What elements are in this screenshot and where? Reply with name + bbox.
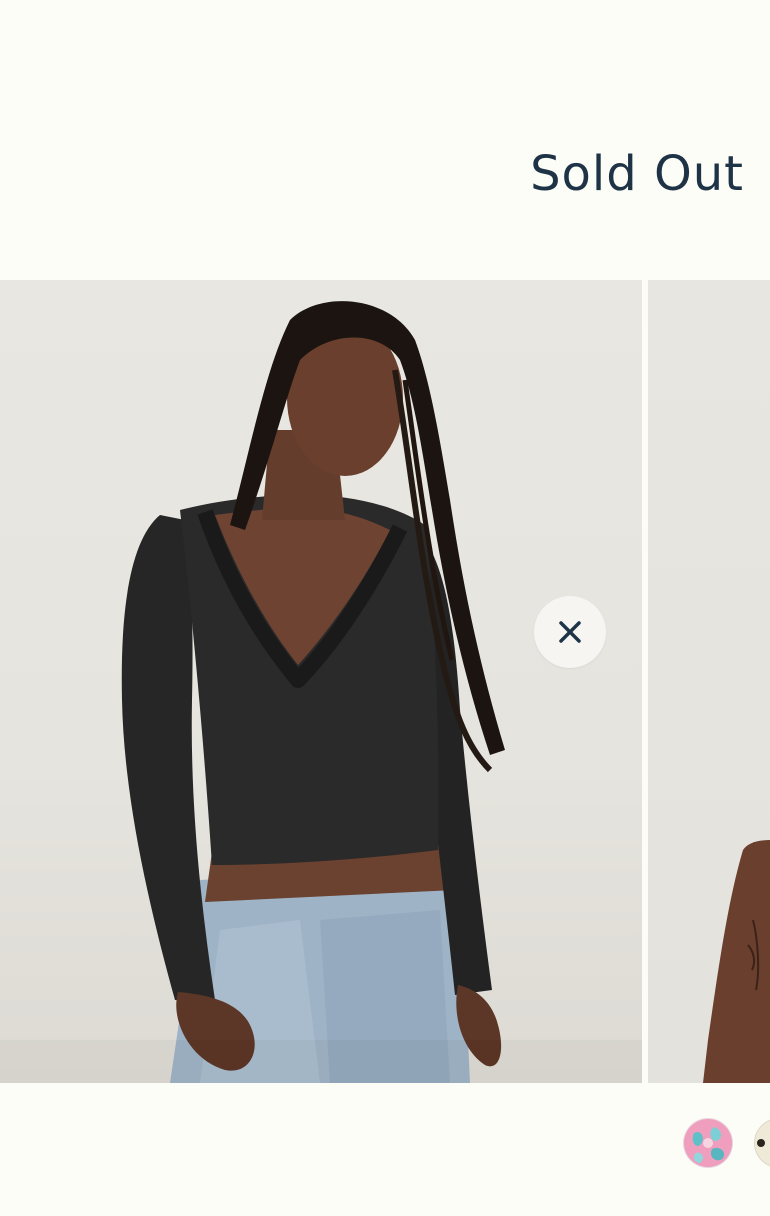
close-icon <box>559 621 581 643</box>
product-photo-main[interactable] <box>0 280 642 1083</box>
color-swatch-cream-dot[interactable] <box>755 1119 770 1167</box>
next-photo-illustration <box>703 840 770 1083</box>
model-photo-illustration <box>121 301 505 1083</box>
close-button[interactable] <box>534 596 606 668</box>
color-swatch-pink-floral[interactable] <box>684 1119 732 1167</box>
floral-pattern-icon <box>684 1119 732 1167</box>
product-photo-next[interactable] <box>648 280 770 1083</box>
arm-shape <box>703 840 770 1083</box>
polka-dot-pattern-icon <box>755 1120 770 1166</box>
image-gallery[interactable] <box>0 280 770 1083</box>
swatch-bar <box>0 1083 770 1216</box>
sold-out-label: Sold Out <box>530 146 744 202</box>
product-header: Sold Out <box>0 0 770 280</box>
